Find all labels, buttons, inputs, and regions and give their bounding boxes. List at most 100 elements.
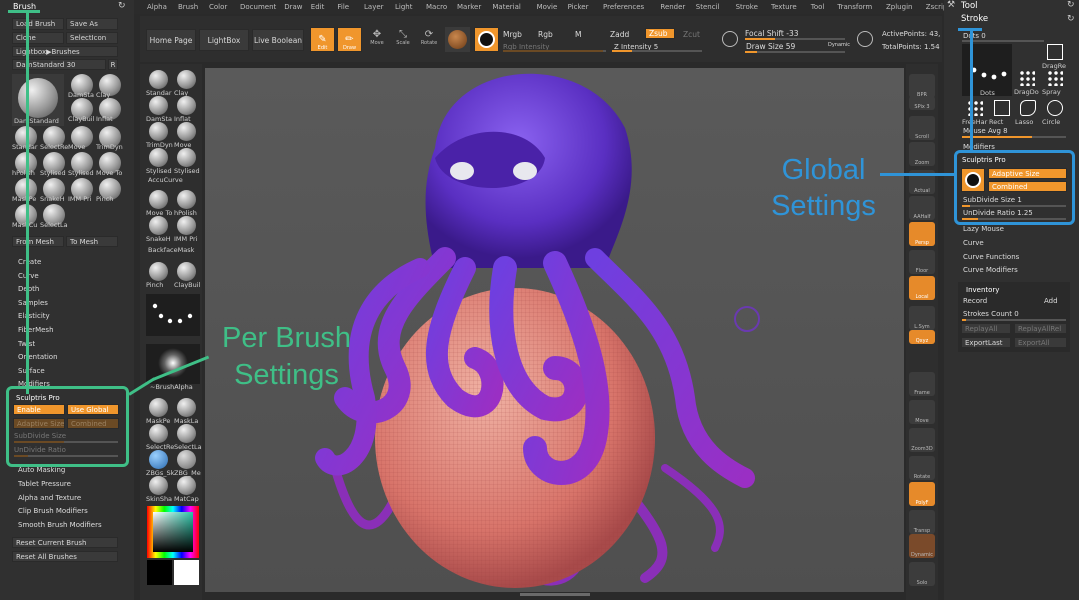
stroke-type-icon[interactable] (1019, 70, 1035, 86)
menu-item-light[interactable]: Light (395, 3, 412, 11)
replay-all-rel-button[interactable]: ReplayAllRel (1014, 323, 1067, 334)
zsub-toggle[interactable]: Zsub (645, 28, 675, 39)
menu-item-brush[interactable]: Brush (178, 3, 198, 11)
menu-item-picker[interactable]: Picker (568, 3, 589, 11)
shelf-thumb-icon[interactable] (149, 398, 168, 417)
record-button[interactable]: Record (963, 297, 987, 305)
dynamic-toggle[interactable]: Dynamic (828, 42, 850, 48)
shelf-polyf-button[interactable]: PolyF (909, 482, 935, 506)
stroke-type-icon[interactable] (994, 100, 1010, 116)
edit-mode-button[interactable]: ✎ Edit (310, 27, 335, 52)
shelf-floor-button[interactable]: Floor (909, 250, 935, 274)
m-toggle[interactable]: M (575, 30, 581, 39)
shelf-dynamic-button[interactable]: Dynamic (909, 534, 935, 558)
shelf-bpr-button[interactable]: BPR (909, 74, 935, 98)
replay-all-button[interactable]: ReplayAll (961, 323, 1011, 334)
stroke-type-icon[interactable] (1047, 70, 1063, 86)
stroke-palette-title[interactable]: Stroke (961, 14, 988, 24)
shelf-thumb-icon[interactable] (149, 476, 168, 495)
menu-item-color[interactable]: Color (209, 3, 227, 11)
zadd-toggle[interactable]: Zadd (610, 30, 629, 39)
shelf-zoom-button[interactable]: Zoom (909, 142, 935, 166)
shelf-thumb-icon[interactable] (177, 96, 196, 115)
shelf-thumb-icon[interactable] (177, 476, 196, 495)
curve-modifiers-section[interactable]: Curve Modifiers (963, 266, 1018, 274)
rgb-toggle[interactable]: Rgb (538, 30, 553, 39)
menu-item-tool[interactable]: Tool (811, 3, 825, 11)
reset-all-brushes-button[interactable]: Reset All Brushes (12, 551, 118, 562)
brush-section-clip-brush-modifiers[interactable]: Clip Brush Modifiers (18, 507, 88, 515)
shelf-thumb-icon[interactable] (149, 216, 168, 235)
menu-item-draw[interactable]: Draw (284, 3, 302, 11)
primary-color-swatch[interactable] (174, 560, 199, 585)
export-all-button[interactable]: ExportAll (1014, 337, 1067, 348)
stroke-dots-preview[interactable] (146, 294, 200, 336)
shelf-thumb-icon[interactable] (177, 450, 196, 469)
inventory-title[interactable]: Inventory (966, 286, 999, 294)
shelf-thumb-icon[interactable] (177, 148, 196, 167)
curve-functions-section[interactable]: Curve Functions (963, 253, 1019, 261)
export-last-button[interactable]: ExportLast (961, 337, 1011, 348)
shelf-thumb-icon[interactable] (149, 424, 168, 443)
shelf-thumb-icon[interactable] (177, 424, 196, 443)
menu-item-zplugin[interactable]: Zplugin (886, 3, 912, 11)
move-mode-button[interactable]: ✥ Move (366, 29, 388, 51)
shelf-thumb-icon[interactable] (177, 262, 196, 281)
menu-item-material[interactable]: Material (492, 3, 520, 11)
menu-item-transform[interactable]: Transform (837, 3, 872, 11)
menu-item-document[interactable]: Document (240, 3, 276, 11)
lazy-mouse-section[interactable]: Lazy Mouse (963, 225, 1004, 233)
shelf-thumb-icon[interactable] (177, 216, 196, 235)
brush-section-fibermesh[interactable]: FiberMesh (18, 326, 54, 334)
shelf-thumb-icon[interactable] (177, 70, 196, 89)
dots-count-slider[interactable]: Dots 0 (963, 32, 986, 40)
shelf-transp-button[interactable]: Transp (909, 510, 935, 534)
menu-item-edit[interactable]: Edit (311, 3, 325, 11)
stroke-refresh-icon[interactable]: ↻ (1067, 14, 1075, 24)
curve-section[interactable]: Curve (963, 239, 984, 247)
brush-section-surface[interactable]: Surface (18, 367, 45, 375)
rotate-mode-button[interactable]: ⟳ Rotate (418, 29, 440, 51)
stroke-type-icon[interactable] (1047, 100, 1063, 116)
focal-shift-slider[interactable]: Focal Shift -33 (745, 29, 799, 38)
brush-section-tablet-pressure[interactable]: Tablet Pressure (18, 480, 71, 488)
color-picker[interactable] (147, 506, 199, 558)
secondary-color-swatch[interactable] (147, 560, 172, 585)
stroke-type-icon[interactable] (1020, 100, 1036, 116)
brush-section-samples[interactable]: Samples (18, 299, 48, 307)
tool-refresh-icon[interactable]: ↻ (1067, 0, 1075, 10)
material-swatch[interactable] (445, 27, 470, 52)
brush-section-orientation[interactable]: Orientation (18, 353, 58, 361)
draw-mode-button[interactable]: ✏ Draw (337, 27, 362, 52)
shelf-move-button[interactable]: Move (909, 400, 935, 424)
menu-item-preferences[interactable]: Preferences (603, 3, 644, 11)
save-as-button[interactable]: Save As (66, 18, 118, 30)
mrgb-toggle[interactable]: Mrgb (503, 30, 522, 39)
live-boolean-button[interactable]: Live Boolean (252, 29, 304, 51)
shelf-scroll-button[interactable]: Scroll (909, 116, 935, 140)
shelf-spix-3-button[interactable]: SPix 3 (909, 96, 935, 110)
menu-item-alpha[interactable]: Alpha (147, 3, 167, 11)
brush-r-button[interactable]: R (108, 59, 118, 70)
menu-item-render[interactable]: Render (660, 3, 685, 11)
draw-size-slider[interactable]: Draw Size 59 (746, 42, 795, 51)
shelf-thumb-icon[interactable] (177, 398, 196, 417)
menu-item-macro[interactable]: Macro (426, 3, 447, 11)
brush-section-auto-masking[interactable]: Auto Masking (18, 466, 65, 474)
strokes-count-slider[interactable]: Strokes Count 0 (963, 310, 1019, 318)
shelf-rotate-button[interactable]: Rotate (909, 456, 935, 480)
shelf-solo-button[interactable]: Solo (909, 562, 935, 586)
brush-section-elasticity[interactable]: Elasticity (18, 312, 50, 320)
menu-item-texture[interactable]: Texture (771, 3, 797, 11)
shelf-l-sym-button[interactable]: L.Sym (909, 306, 935, 330)
reset-current-brush-button[interactable]: Reset Current Brush (12, 537, 118, 548)
shelf-qxyz-button[interactable]: Qxyz (909, 330, 935, 344)
brush-section-create[interactable]: Create (18, 258, 41, 266)
shelf-thumb-icon[interactable] (149, 122, 168, 141)
menu-item-marker[interactable]: Marker (457, 3, 481, 11)
zcut-toggle[interactable]: Zcut (683, 30, 700, 39)
shelf-aahalf-button[interactable]: AAHalf (909, 196, 935, 220)
canvas-bottom-handle[interactable] (520, 593, 590, 596)
stroke-type-icon[interactable] (1047, 44, 1063, 60)
shelf-thumb-icon[interactable] (149, 450, 168, 469)
